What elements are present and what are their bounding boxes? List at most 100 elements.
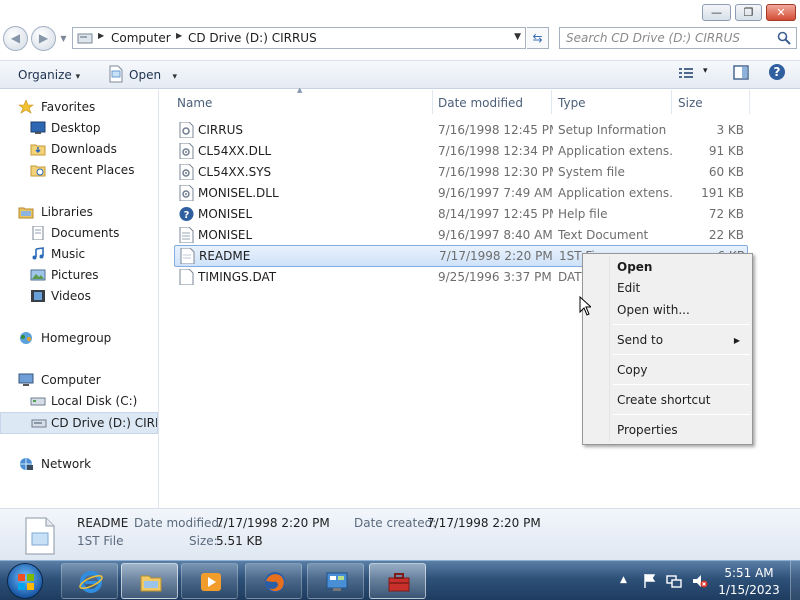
homegroup-icon — [20, 332, 32, 344]
menu-item-create-shortcut[interactable]: Create shortcut — [585, 390, 750, 411]
nav-documents[interactable]: Documents — [30, 223, 155, 243]
menu-item-open[interactable]: Open — [585, 257, 750, 278]
nav-pictures-label: Pictures — [51, 268, 99, 282]
details-size-label: Size: — [189, 534, 218, 548]
nav-music[interactable]: Music — [30, 244, 155, 264]
file-row[interactable]: MONISEL 9/16/1997 8:40 AM Text Document … — [174, 225, 748, 245]
videos-icon — [31, 290, 45, 302]
show-desktop-button[interactable] — [790, 561, 800, 600]
search-icon[interactable] — [776, 30, 792, 46]
star-icon — [18, 100, 34, 114]
taskbar-control-panel[interactable] — [307, 563, 364, 599]
taskbar-firefox[interactable] — [245, 563, 302, 599]
file-size: 3 KB — [716, 123, 744, 137]
breadcrumb-cd-drive[interactable]: CD Drive (D:) CIRRUS — [188, 31, 317, 45]
file-type: Help file — [558, 207, 608, 221]
network-status-icon[interactable] — [666, 573, 682, 589]
nav-computer[interactable]: Computer — [18, 370, 148, 390]
menu-item-properties[interactable]: Properties — [585, 420, 750, 441]
nav-local-disk[interactable]: Local Disk (C:) — [30, 391, 155, 411]
nav-computer-label: Computer — [41, 373, 101, 387]
address-separator-icon: ▶ — [176, 31, 183, 40]
taskbar-toolbox-app[interactable] — [369, 563, 426, 599]
column-divider[interactable] — [551, 90, 552, 114]
search-input[interactable]: Search CD Drive (D:) CIRRUS — [559, 27, 797, 49]
close-button[interactable]: ✕ — [766, 4, 796, 21]
open-file-icon — [109, 65, 123, 83]
column-divider[interactable] — [432, 90, 433, 114]
column-header-type[interactable]: Type — [558, 92, 586, 114]
desktop-icon — [30, 121, 46, 134]
nav-downloads[interactable]: Downloads — [30, 139, 155, 159]
taskbar-media-player[interactable] — [181, 563, 238, 599]
nav-desktop[interactable]: Desktop — [30, 118, 155, 138]
forward-button[interactable]: ▶ — [31, 26, 56, 51]
nav-libraries-label: Libraries — [41, 205, 93, 219]
breadcrumb-computer[interactable]: Computer — [111, 31, 171, 45]
nav-recent-places[interactable]: Recent Places — [30, 160, 155, 180]
nav-cd-drive[interactable]: CD Drive (D:) CIRRUS — [0, 412, 158, 434]
volume-muted-icon[interactable] — [692, 573, 708, 589]
help-file-icon: ? — [179, 207, 194, 221]
menu-item-send-to-label: Send to — [617, 333, 664, 347]
nav-network[interactable]: Network — [18, 454, 148, 474]
file-name: MONISEL — [198, 228, 253, 242]
column-header-size[interactable]: Size — [678, 92, 703, 114]
show-hidden-icons-icon[interactable]: ▲ — [620, 575, 636, 591]
organize-button[interactable]: Organize ▾ — [18, 66, 80, 84]
preview-pane-icon[interactable] — [733, 65, 749, 80]
file-row[interactable]: ? MONISEL 8/14/1997 12:45 PM Help file 7… — [174, 204, 748, 224]
folder-library-icon — [140, 575, 162, 592]
dll-icon — [179, 185, 194, 201]
control-panel-icon — [326, 572, 348, 591]
nav-favorites[interactable]: Favorites — [18, 97, 148, 117]
details-size: 5.51 KB — [216, 534, 263, 548]
file-name: CL54XX.DLL — [198, 144, 272, 158]
menu-item-edit[interactable]: Edit — [585, 278, 750, 299]
nav-recent-places-label: Recent Places — [51, 163, 135, 177]
navigation-pane: Favorites Desktop Downloads Recent Place… — [0, 90, 159, 508]
sort-ascending-icon: ▲ — [297, 86, 303, 94]
nav-homegroup[interactable]: Homegroup — [18, 328, 148, 348]
menu-item-copy[interactable]: Copy — [585, 360, 750, 381]
nav-desktop-label: Desktop — [51, 121, 101, 135]
back-button[interactable]: ◀ — [3, 26, 28, 51]
context-menu: Open Edit Open with... Send to ▶ Copy Cr… — [582, 253, 753, 445]
file-row[interactable]: MONISEL.DLL 9/16/1997 7:49 AM Applicatio… — [174, 183, 748, 203]
menu-item-send-to[interactable]: Send to ▶ — [585, 330, 750, 351]
action-center-flag-icon[interactable] — [642, 573, 658, 589]
file-date: 8/14/1997 12:45 PM — [438, 207, 553, 221]
file-size: 91 KB — [708, 144, 744, 158]
recent-pages-dropdown[interactable]: ▼ — [59, 34, 68, 43]
help-icon[interactable]: ? — [768, 63, 786, 81]
minimize-button[interactable]: — — [702, 4, 731, 21]
file-row[interactable]: CL54XX.SYS 7/16/1998 12:30 PM System fil… — [174, 162, 748, 182]
column-header-name[interactable]: Name — [177, 92, 212, 114]
column-header-date[interactable]: Date modified — [438, 92, 523, 114]
column-divider[interactable] — [671, 90, 672, 114]
file-row[interactable]: CL54XX.DLL 7/16/1998 12:34 PM Applicatio… — [174, 141, 748, 161]
view-options-caret-icon[interactable]: ▾ — [703, 66, 708, 76]
address-dropdown-icon[interactable]: ▼ — [514, 32, 521, 42]
taskbar: ▲ 5:51 AM 1/15/2023 — [0, 560, 800, 600]
open-button[interactable]: Open ▾ — [129, 66, 177, 84]
address-bar[interactable]: ▶ Computer ▶ CD Drive (D:) CIRRUS ▼ — [72, 27, 526, 49]
clock-time[interactable]: 5:51 AM — [712, 566, 786, 580]
start-button[interactable] — [7, 563, 43, 599]
menu-item-open-with[interactable]: Open with... — [585, 300, 750, 321]
taskbar-windows-explorer[interactable] — [121, 563, 178, 599]
file-date: 9/16/1997 7:49 AM — [438, 186, 553, 200]
nav-libraries[interactable]: Libraries — [18, 202, 148, 222]
file-date: 9/25/1996 3:37 PM — [438, 270, 552, 284]
search-placeholder: Search CD Drive (D:) CIRRUS — [566, 31, 740, 45]
nav-videos[interactable]: Videos — [30, 286, 155, 306]
change-view-icon[interactable] — [678, 66, 694, 80]
maximize-button[interactable]: ❐ — [735, 4, 762, 21]
clock-date[interactable]: 1/15/2023 — [712, 583, 786, 597]
taskbar-internet-explorer[interactable] — [61, 563, 118, 599]
column-divider[interactable] — [749, 90, 750, 114]
file-row[interactable]: CIRRUS 7/16/1998 12:45 PM Setup Informat… — [174, 120, 748, 140]
recent-places-icon — [30, 165, 46, 177]
nav-pictures[interactable]: Pictures — [30, 265, 155, 285]
refresh-button[interactable]: ⇆ — [527, 27, 549, 49]
